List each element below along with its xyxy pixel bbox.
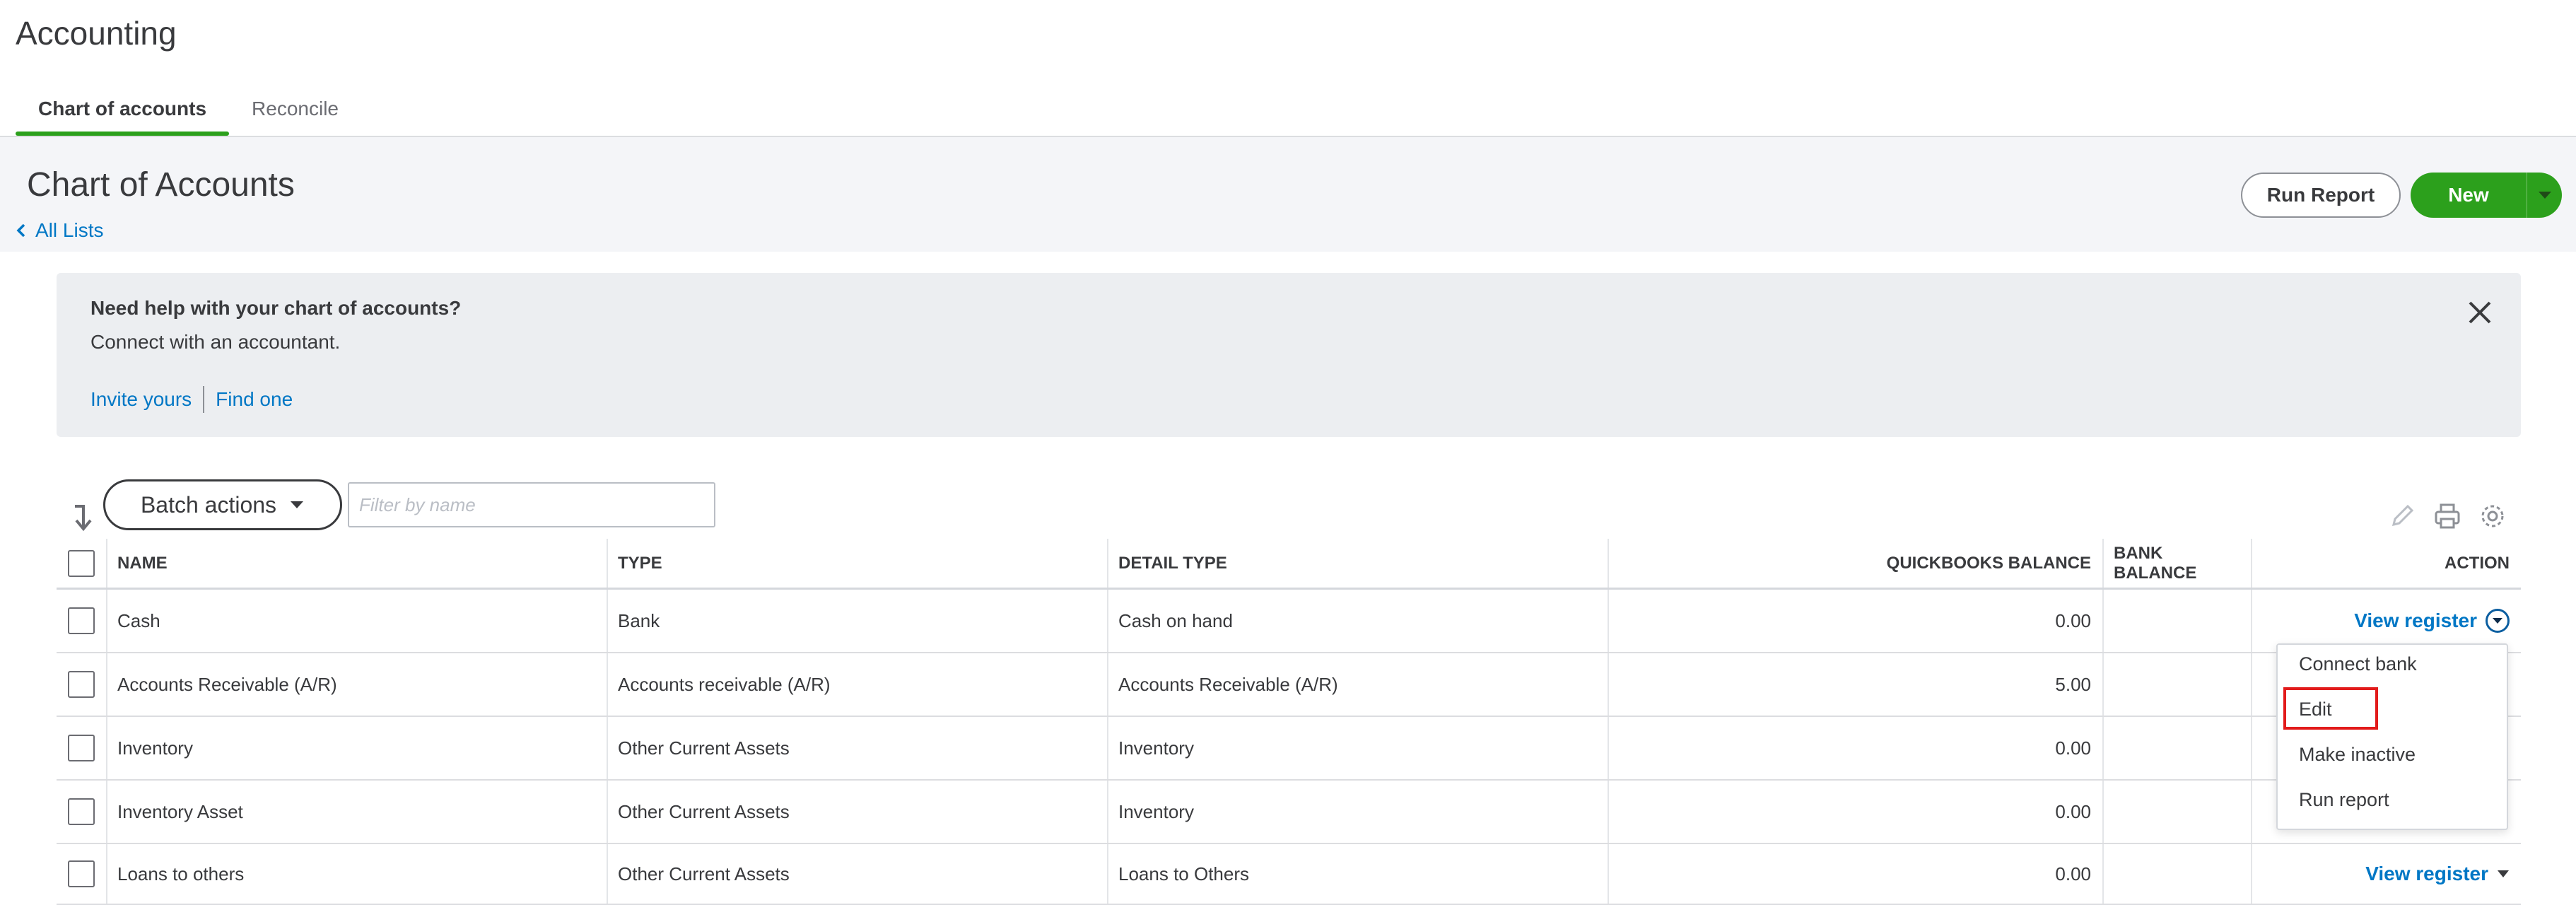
batch-actions-button[interactable]: Batch actions (103, 479, 342, 530)
page-header: Chart of Accounts All Lists Run Report N… (0, 137, 2576, 252)
find-one-link[interactable]: Find one (216, 388, 293, 411)
menu-item-run-report[interactable]: Run report (2299, 789, 2389, 811)
column-header-detail-type[interactable]: DETAIL TYPE (1107, 539, 1608, 588)
column-divider (2251, 781, 2252, 843)
action-dropdown-chevron-icon[interactable] (2486, 609, 2510, 633)
help-subtitle: Connect with an accountant. (90, 331, 341, 353)
row-checkbox[interactable] (68, 798, 95, 825)
table-row: Loans to others Other Current Assets Loa… (57, 844, 2521, 905)
select-all-checkbox[interactable] (68, 549, 95, 577)
invite-yours-link[interactable]: Invite yours (90, 388, 192, 411)
tab-bar: Chart of accounts Reconcile (16, 93, 361, 136)
pencil-icon[interactable] (2388, 502, 2416, 530)
bank-balance (2102, 590, 2251, 652)
view-register-link[interactable]: View register (2365, 863, 2510, 885)
column-header-type[interactable]: TYPE (607, 539, 1107, 588)
qb-balance: 0.00 (2055, 800, 2091, 822)
tab-reconcile[interactable]: Reconcile (229, 93, 361, 136)
account-name[interactable]: Cash (106, 590, 607, 652)
qb-balance: 5.00 (2055, 673, 2091, 695)
tab-chart-of-accounts[interactable]: Chart of accounts (16, 93, 230, 136)
account-detail-type: Loans to Others (1118, 863, 1249, 884)
help-title: Need help with your chart of accounts? (90, 297, 462, 319)
qb-balance: 0.00 (2055, 737, 2091, 759)
bank-balance (2102, 717, 2251, 779)
row-checkbox[interactable] (68, 860, 95, 887)
page-title: Chart of Accounts (27, 166, 295, 204)
close-icon[interactable] (2466, 298, 2494, 327)
account-name[interactable]: Accounts Receivable (A/R) (106, 653, 607, 716)
menu-item-edit[interactable]: Edit (2299, 699, 2332, 720)
bank-balance (2102, 781, 2251, 843)
batch-actions-label: Batch actions (140, 491, 277, 518)
account-detail-type: Cash on hand (1118, 609, 1233, 631)
link-divider (203, 386, 205, 413)
column-header-action: ACTION (2445, 553, 2510, 573)
qb-balance: 0.00 (2055, 863, 2091, 884)
row-checkbox[interactable] (68, 671, 95, 698)
new-dropdown-caret-icon[interactable] (2527, 173, 2562, 218)
column-header-bank-balance: BANK BALANCE (2114, 543, 2197, 583)
new-button-label: New (2448, 184, 2489, 206)
account-type: Other Current Assets (618, 737, 790, 759)
help-banner: Need help with your chart of accounts? C… (57, 273, 2521, 437)
account-type: Other Current Assets (618, 800, 790, 822)
qb-balance: 0.00 (2055, 609, 2091, 631)
row-checkbox[interactable] (68, 607, 95, 634)
help-links: Invite yours Find one (90, 386, 293, 413)
column-header-name[interactable]: NAME (106, 539, 607, 588)
account-detail-type: Inventory (1118, 800, 1194, 822)
new-button[interactable]: New (2411, 173, 2562, 218)
column-divider (2251, 717, 2252, 779)
table-row: Accounts Receivable (A/R) Accounts recei… (57, 653, 2521, 717)
print-icon[interactable] (2433, 502, 2461, 530)
table-header-row: NAME TYPE DETAIL TYPE QUICKBOOKS BALANCE… (57, 539, 2521, 590)
table-row: Inventory Other Current Assets Inventory… (57, 717, 2521, 781)
column-header-qb-balance[interactable]: QUICKBOOKS BALANCE (1608, 539, 2102, 588)
bank-balance (2102, 844, 2251, 904)
run-report-button[interactable]: Run Report (2241, 173, 2401, 218)
view-register-label: View register (2365, 863, 2488, 884)
account-type: Other Current Assets (618, 863, 790, 884)
table-toolbar: Batch actions (0, 478, 2576, 535)
app-title: Accounting (16, 15, 177, 52)
account-name[interactable]: Loans to others (106, 844, 607, 904)
chevron-down-icon[interactable] (2497, 870, 2510, 878)
table-row: Inventory Asset Other Current Assets Inv… (57, 781, 2521, 844)
chevron-down-icon (291, 501, 304, 508)
account-name[interactable]: Inventory (106, 717, 607, 779)
bank-balance (2102, 653, 2251, 716)
column-divider (2251, 653, 2252, 716)
view-register-link[interactable]: View register (2354, 609, 2510, 633)
view-register-label: View register (2354, 609, 2477, 631)
gear-icon[interactable] (2478, 502, 2507, 530)
account-type: Bank (618, 609, 660, 631)
row-checkbox[interactable] (68, 735, 95, 761)
all-lists-link[interactable]: All Lists (16, 219, 103, 242)
filter-by-name-input[interactable] (348, 482, 715, 527)
action-dropdown-menu: Connect bank Edit Make inactive Run repo… (2276, 643, 2508, 830)
account-type: Accounts receivable (A/R) (618, 673, 831, 695)
table-row: Cash Bank Cash on hand 0.00 View registe… (57, 590, 2521, 653)
account-name[interactable]: Inventory Asset (106, 781, 607, 843)
account-detail-type: Accounts Receivable (A/R) (1118, 673, 1338, 695)
chevron-left-icon (16, 223, 25, 238)
account-detail-type: Inventory (1118, 737, 1194, 759)
all-lists-label: All Lists (35, 219, 104, 241)
sort-icon[interactable] (71, 502, 96, 533)
menu-item-connect-bank[interactable]: Connect bank (2299, 653, 2417, 675)
menu-item-make-inactive[interactable]: Make inactive (2299, 744, 2416, 766)
